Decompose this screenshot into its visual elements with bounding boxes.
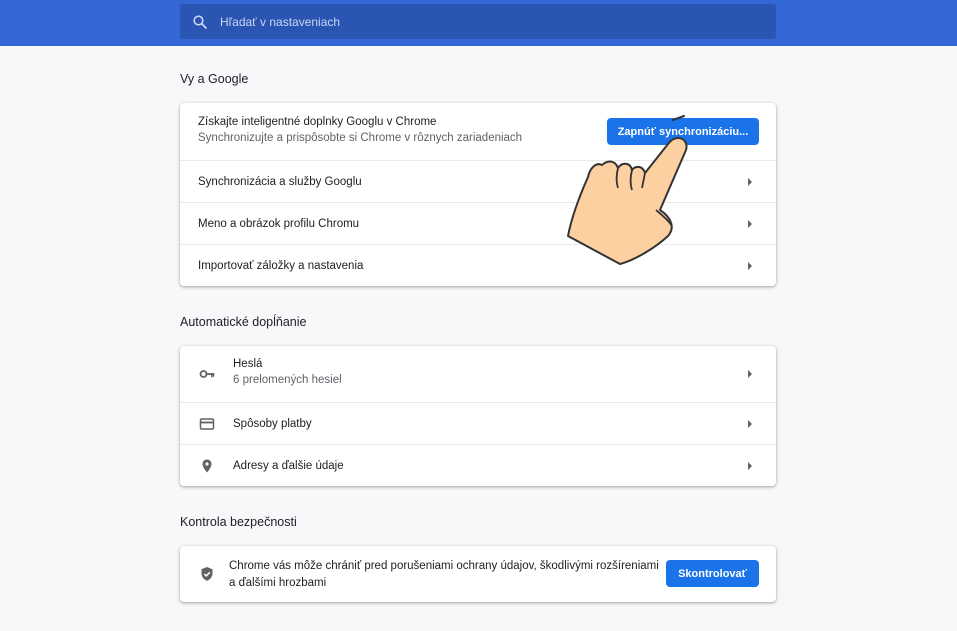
search-icon xyxy=(192,14,208,30)
arrow-right-icon xyxy=(748,370,752,378)
row-label: Synchronizácia a služby Googlu xyxy=(198,175,362,188)
key-icon xyxy=(199,366,215,382)
sync-promo-subtitle: Synchronizujte a prispôsobte si Chrome v… xyxy=(198,132,523,144)
safety-text-line2: a ďalšími hrozbami xyxy=(229,577,327,589)
section-title-safety-check: Kontrola bezpečnosti xyxy=(180,515,297,529)
section-title-you-and-google: Vy a Google xyxy=(180,72,249,86)
row-addresses[interactable]: Adresy a ďalšie údaje xyxy=(180,444,776,486)
row-label: Spôsoby platby xyxy=(233,417,312,430)
search-input[interactable]: Hľadať v nastaveniach xyxy=(180,4,776,39)
pointing-hand-cursor-icon xyxy=(567,114,688,265)
credit-card-icon xyxy=(199,416,215,432)
safety-check-text: Chrome vás môže chrániť pred porušeniami… xyxy=(229,558,659,592)
autofill-card: Heslá 6 prelomených hesiel Spôsoby platb… xyxy=(180,346,776,486)
row-passwords[interactable]: Heslá 6 prelomených hesiel xyxy=(180,346,776,402)
arrow-right-icon xyxy=(748,219,752,228)
shield-check-icon xyxy=(199,566,215,582)
arrow-right-icon xyxy=(748,261,752,270)
passwords-label: Heslá xyxy=(233,358,263,370)
arrow-right-icon xyxy=(748,177,752,186)
check-now-button[interactable]: Skontrolovať xyxy=(666,560,759,587)
search-placeholder: Hľadať v nastaveniach xyxy=(220,14,341,29)
row-label: Importovať záložky a nastavenia xyxy=(198,259,364,272)
arrow-right-icon xyxy=(748,419,752,428)
sync-promo-title: Získajte inteligentné doplnky Googlu v C… xyxy=(198,116,437,128)
passwords-sub: 6 prelomených hesiel xyxy=(233,374,342,386)
header-bar: Hľadať v nastaveniach xyxy=(0,0,957,46)
safety-check-card: Chrome vás môže chrániť pred porušeniami… xyxy=(180,546,776,602)
section-title-autofill: Automatické dopĺňanie xyxy=(180,315,307,329)
safety-text-line1: Chrome vás môže chrániť pred porušeniami… xyxy=(229,560,659,572)
row-label: Adresy a ďalšie údaje xyxy=(233,459,344,472)
row-label: Meno a obrázok profilu Chromu xyxy=(198,217,360,230)
location-pin-icon xyxy=(199,458,215,474)
arrow-right-icon xyxy=(748,461,752,470)
row-payment-methods[interactable]: Spôsoby platby xyxy=(180,402,776,444)
